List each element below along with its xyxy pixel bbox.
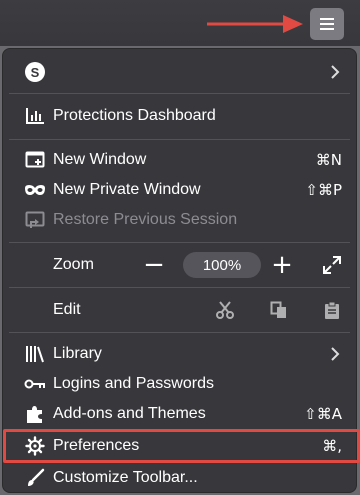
annotation-arrow [207, 15, 303, 33]
new-window-icon [23, 148, 47, 172]
fullscreen-button[interactable] [317, 250, 347, 280]
menu-item-customize-toolbar[interactable]: Customize Toolbar... [3, 463, 356, 493]
zoom-reset-button[interactable]: 100% [183, 252, 261, 278]
hamburger-icon [320, 18, 334, 30]
edit-controls-row: Edit [3, 293, 356, 327]
chevron-right-icon [331, 65, 340, 79]
edit-label: Edit [53, 301, 81, 318]
menu-item-restore-previous-session[interactable]: Restore Previous Session [3, 205, 356, 235]
separator [9, 139, 350, 140]
brush-icon [23, 466, 47, 490]
cut-button[interactable] [214, 299, 236, 321]
zoom-out-button[interactable]: − [139, 250, 169, 280]
menu-item-label: New Window [53, 151, 147, 168]
shortcut-label: ⌘N [315, 151, 342, 169]
menu-item-label: Add-ons and Themes [53, 405, 206, 422]
copy-icon [270, 301, 286, 318]
separator [9, 93, 350, 94]
scissors-icon [216, 301, 234, 319]
zoom-controls-row: Zoom − 100% + [3, 248, 356, 282]
menu-item-library[interactable]: Library [3, 339, 356, 369]
menu-item-new-window[interactable]: New Window ⌘N [3, 145, 356, 175]
separator [9, 287, 350, 288]
paste-button[interactable] [321, 299, 343, 321]
menu-item-new-private-window[interactable]: New Private Window ⇧⌘P [3, 175, 356, 205]
expand-icon [323, 256, 341, 274]
puzzle-icon [23, 402, 47, 426]
shortcut-label: ⇧⌘P [305, 181, 342, 199]
shortcut-label: ⇧⌘A [304, 405, 342, 423]
menu-item-add-ons-and-themes[interactable]: Add-ons and Themes ⇧⌘A [3, 399, 356, 429]
app-menu-panel: S Protections Dashboard New Window ⌘N Ne… [2, 48, 360, 493]
zoom-label: Zoom [53, 256, 94, 273]
separator [9, 242, 350, 243]
menu-item-label: Library [53, 345, 102, 362]
restore-icon [23, 208, 47, 232]
app-menu-button[interactable] [310, 8, 344, 40]
menu-item-logins-and-passwords[interactable]: Logins and Passwords [3, 369, 356, 399]
avatar: S [25, 62, 45, 82]
menu-item-label: Restore Previous Session [53, 211, 238, 228]
menu-item-label: Protections Dashboard [53, 107, 216, 124]
menu-item-label: Customize Toolbar... [53, 469, 198, 486]
separator [9, 332, 350, 333]
clipboard-icon [325, 301, 339, 319]
copy-button[interactable] [268, 299, 290, 321]
mask-icon [23, 178, 47, 202]
chevron-right-icon [331, 347, 340, 361]
bar-chart-icon [23, 104, 47, 128]
library-icon [23, 342, 47, 366]
menu-item-label: Logins and Passwords [53, 375, 214, 392]
menu-item-label: New Private Window [53, 181, 201, 198]
browser-toolbar [0, 0, 360, 46]
menu-item-protections-dashboard[interactable]: Protections Dashboard [3, 99, 356, 133]
zoom-in-button[interactable]: + [267, 250, 297, 280]
annotation-highlight-box [3, 429, 360, 463]
account-row[interactable]: S [3, 57, 356, 87]
key-icon [23, 372, 47, 396]
